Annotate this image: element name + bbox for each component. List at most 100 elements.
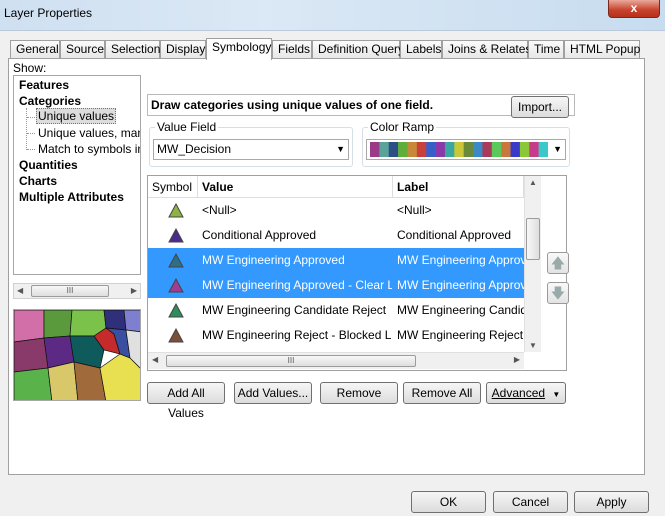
scroll-down-icon[interactable]: ▼ bbox=[529, 341, 537, 350]
apply-button[interactable]: Apply bbox=[574, 491, 649, 513]
value-field-title: Value Field bbox=[155, 120, 219, 134]
scroll-thumb[interactable] bbox=[526, 218, 540, 260]
remove-all-button[interactable]: Remove All bbox=[403, 382, 481, 404]
scroll-left-icon[interactable]: ◀ bbox=[152, 355, 158, 364]
scroll-right-icon[interactable]: ▶ bbox=[514, 355, 520, 364]
tree-connector bbox=[27, 149, 35, 150]
tree-quantities[interactable]: Quantities bbox=[19, 158, 78, 172]
column-value[interactable]: Value bbox=[198, 176, 393, 198]
table-row[interactable]: Conditional Approved Conditional Approved bbox=[148, 223, 524, 248]
ramp-color-swatch bbox=[370, 142, 380, 157]
table-row[interactable]: MW Engineering Approved MW Engineering Ap… bbox=[148, 248, 524, 273]
ramp-color-swatch bbox=[538, 142, 548, 157]
label-cell[interactable]: MW Engineering Candidate Reject bbox=[397, 298, 524, 323]
value-cell[interactable]: MW Engineering Candidate Reject bbox=[202, 298, 392, 323]
ramp-color-swatch bbox=[379, 142, 390, 157]
tree-unique-values[interactable]: Unique values bbox=[36, 108, 117, 124]
dialog-body: General Source Selection Display Symbolo… bbox=[0, 30, 665, 516]
label-cell[interactable]: MW Engineering Approved bbox=[397, 248, 524, 273]
chevron-down-icon: ▼ bbox=[553, 144, 562, 154]
value-cell[interactable]: Conditional Approved bbox=[202, 223, 392, 248]
close-icon: x bbox=[630, 1, 638, 15]
table-row[interactable]: MW Engineering Reject - Blocked LOS MW En… bbox=[148, 323, 524, 348]
tab-display[interactable]: Display bbox=[160, 40, 206, 59]
tree-connector bbox=[27, 117, 35, 118]
label-cell[interactable]: Conditional Approved bbox=[397, 223, 524, 248]
label-cell[interactable]: MW Engineering Reject - Blocked LOS bbox=[397, 323, 524, 348]
value-cell[interactable]: MW Engineering Reject - Blocked LOS bbox=[202, 323, 392, 348]
advanced-button[interactable]: Advanced ▼ bbox=[486, 382, 566, 404]
tree-charts[interactable]: Charts bbox=[19, 174, 57, 188]
cancel-button[interactable]: Cancel bbox=[493, 491, 568, 513]
value-cell[interactable]: MW Engineering Approved - Clear LOS bbox=[202, 273, 392, 298]
layer-preview-map bbox=[13, 309, 141, 401]
ramp-color-swatch bbox=[510, 142, 521, 157]
tab-time[interactable]: Time bbox=[528, 40, 564, 59]
import-button[interactable]: Import... bbox=[511, 96, 569, 118]
table-vscrollbar[interactable]: ▲ ▼ bbox=[524, 176, 541, 352]
grip-icon: III bbox=[287, 356, 295, 365]
color-ramp-group: Color Ramp ▼ bbox=[362, 121, 570, 167]
map-thumbnail bbox=[14, 310, 140, 400]
symbol-swatch-icon[interactable] bbox=[168, 223, 198, 248]
ramp-color-swatch bbox=[482, 142, 493, 157]
tab-joins-relates[interactable]: Joins & Relates bbox=[442, 40, 531, 59]
tab-source[interactable]: Source bbox=[60, 40, 105, 59]
add-all-values-button[interactable]: Add All Values bbox=[147, 382, 225, 420]
symbol-swatch-icon[interactable] bbox=[168, 323, 198, 348]
symbol-swatch-icon[interactable] bbox=[168, 198, 198, 223]
scroll-thumb[interactable]: III bbox=[31, 285, 109, 297]
value-field-dropdown[interactable]: MW_Decision ▼ bbox=[153, 139, 349, 160]
column-symbol[interactable]: Symbol bbox=[148, 176, 198, 198]
ok-button[interactable]: OK bbox=[411, 491, 486, 513]
tab-definition-query[interactable]: Definition Query bbox=[312, 40, 404, 59]
symbol-swatch-icon[interactable] bbox=[168, 273, 198, 298]
label-cell[interactable]: <Null> bbox=[397, 198, 524, 223]
remove-button[interactable]: Remove bbox=[320, 382, 398, 404]
move-up-button[interactable]: 🡅 bbox=[547, 252, 569, 274]
ramp-color-swatch bbox=[454, 142, 464, 157]
value-field-value: MW_Decision bbox=[157, 142, 232, 156]
tree-connector bbox=[26, 108, 27, 150]
tree-match-to-symbols[interactable]: Match to symbols in a bbox=[38, 142, 140, 156]
title-bar: Layer Properties x bbox=[0, 0, 665, 30]
color-ramp-dropdown[interactable]: ▼ bbox=[366, 139, 566, 160]
scroll-left-icon[interactable]: ◀ bbox=[17, 286, 23, 295]
tab-selection[interactable]: Selection bbox=[105, 40, 160, 59]
table-row[interactable]: MW Engineering Approved - Clear LOS MW En… bbox=[148, 273, 524, 298]
ramp-color-swatch bbox=[473, 142, 483, 157]
scroll-right-icon[interactable]: ▶ bbox=[131, 286, 137, 295]
tree-connector bbox=[27, 133, 35, 134]
symbol-swatch-icon[interactable] bbox=[168, 248, 198, 273]
tree-hscrollbar[interactable]: ◀ III ▶ bbox=[13, 283, 141, 299]
tab-html-popup[interactable]: HTML Popup bbox=[564, 40, 640, 59]
table-hscrollbar[interactable]: ◀ III ▶ bbox=[148, 352, 524, 369]
tab-fields[interactable]: Fields bbox=[272, 40, 312, 59]
scroll-up-icon[interactable]: ▲ bbox=[529, 178, 537, 187]
value-cell[interactable]: <Null> bbox=[202, 198, 392, 223]
table-row[interactable]: <Null> <Null> bbox=[148, 198, 524, 223]
tree-categories[interactable]: Categories bbox=[19, 94, 81, 108]
ramp-color-swatch bbox=[444, 142, 455, 157]
tree-unique-values-many[interactable]: Unique values, many bbox=[38, 126, 140, 140]
scroll-thumb[interactable]: III bbox=[166, 355, 416, 367]
ramp-color-swatch bbox=[529, 142, 539, 157]
tree-multiple-attributes[interactable]: Multiple Attributes bbox=[19, 190, 124, 204]
ramp-color-swatch bbox=[435, 142, 446, 157]
ramp-color-swatch bbox=[388, 142, 399, 157]
tab-labels[interactable]: Labels bbox=[400, 40, 442, 59]
table-row[interactable]: MW Engineering Candidate Reject MW Engine… bbox=[148, 298, 524, 323]
ramp-color-swatch bbox=[491, 142, 502, 157]
unique-values-table: Symbol Value Label <Null> <Null> Condition… bbox=[147, 175, 567, 371]
label-cell[interactable]: MW Engineering Approved - Clear LOS bbox=[397, 273, 524, 298]
tab-symbology[interactable]: Symbology bbox=[206, 38, 272, 60]
column-label[interactable]: Label bbox=[393, 176, 524, 198]
tree-features[interactable]: Features bbox=[19, 78, 69, 92]
value-cell[interactable]: MW Engineering Approved bbox=[202, 248, 392, 273]
add-values-button[interactable]: Add Values... bbox=[234, 382, 312, 404]
tab-general[interactable]: General bbox=[10, 40, 60, 59]
move-down-button[interactable]: 🡇 bbox=[547, 282, 569, 304]
ramp-color-swatch bbox=[463, 142, 474, 157]
close-button[interactable]: x bbox=[608, 0, 660, 18]
symbol-swatch-icon[interactable] bbox=[168, 298, 198, 323]
